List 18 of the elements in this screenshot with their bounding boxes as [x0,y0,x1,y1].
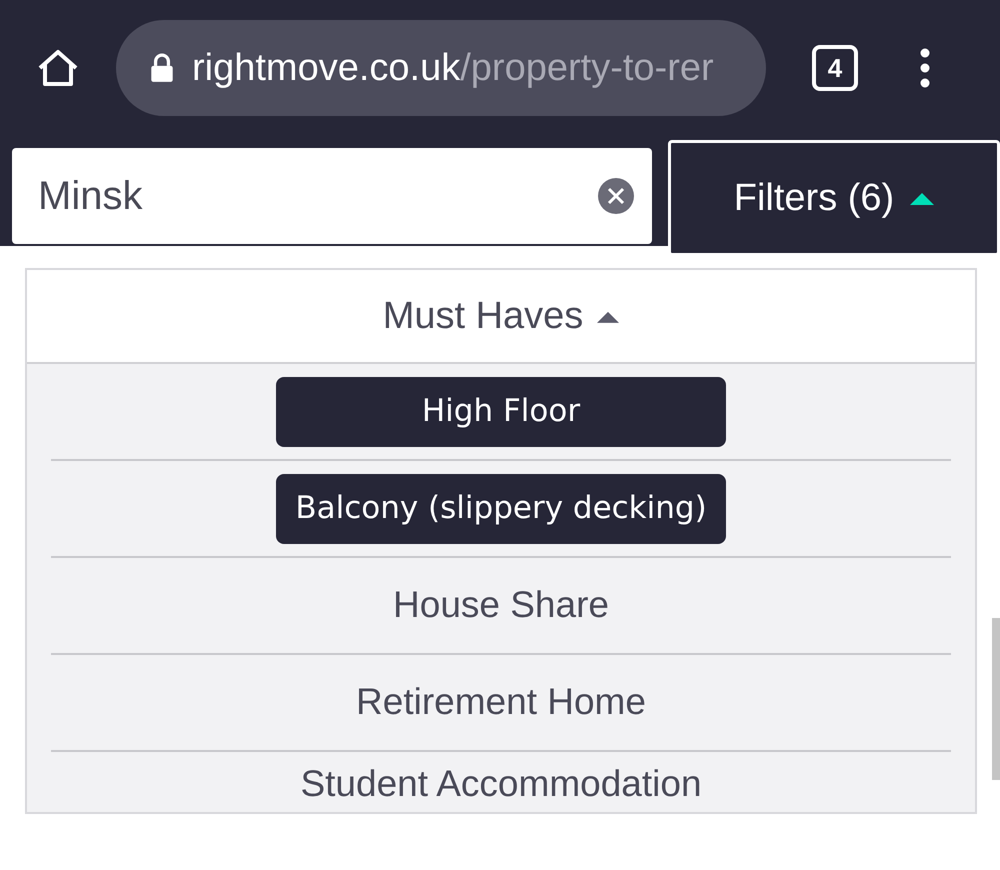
caret-icon [597,310,620,322]
address-bar[interactable]: rightmove.co.uk/property-to-rer [116,20,766,116]
option-chip[interactable]: Balcony (slippery decking) [276,474,726,544]
filters-button[interactable]: Filters (6) [668,140,1000,256]
must-haves-toggle[interactable]: Must Haves [27,270,975,364]
option-chip[interactable]: Student Accommodation [276,762,726,806]
lock-icon [150,53,174,83]
scrollbar[interactable] [992,618,1000,780]
clear-icon[interactable] [598,178,634,214]
option-chip[interactable]: High Floor [276,376,726,446]
home-icon[interactable] [36,48,80,88]
option-chip[interactable]: House Share [276,583,726,628]
url-text: rightmove.co.uk/property-to-rer [192,46,714,90]
menu-icon[interactable] [920,48,930,88]
caret-icon [910,191,934,205]
tab-count-button[interactable]: 4 [812,45,858,91]
search-field[interactable]: Minsk [12,148,652,244]
option-chip[interactable]: Retirement Home [276,680,726,725]
